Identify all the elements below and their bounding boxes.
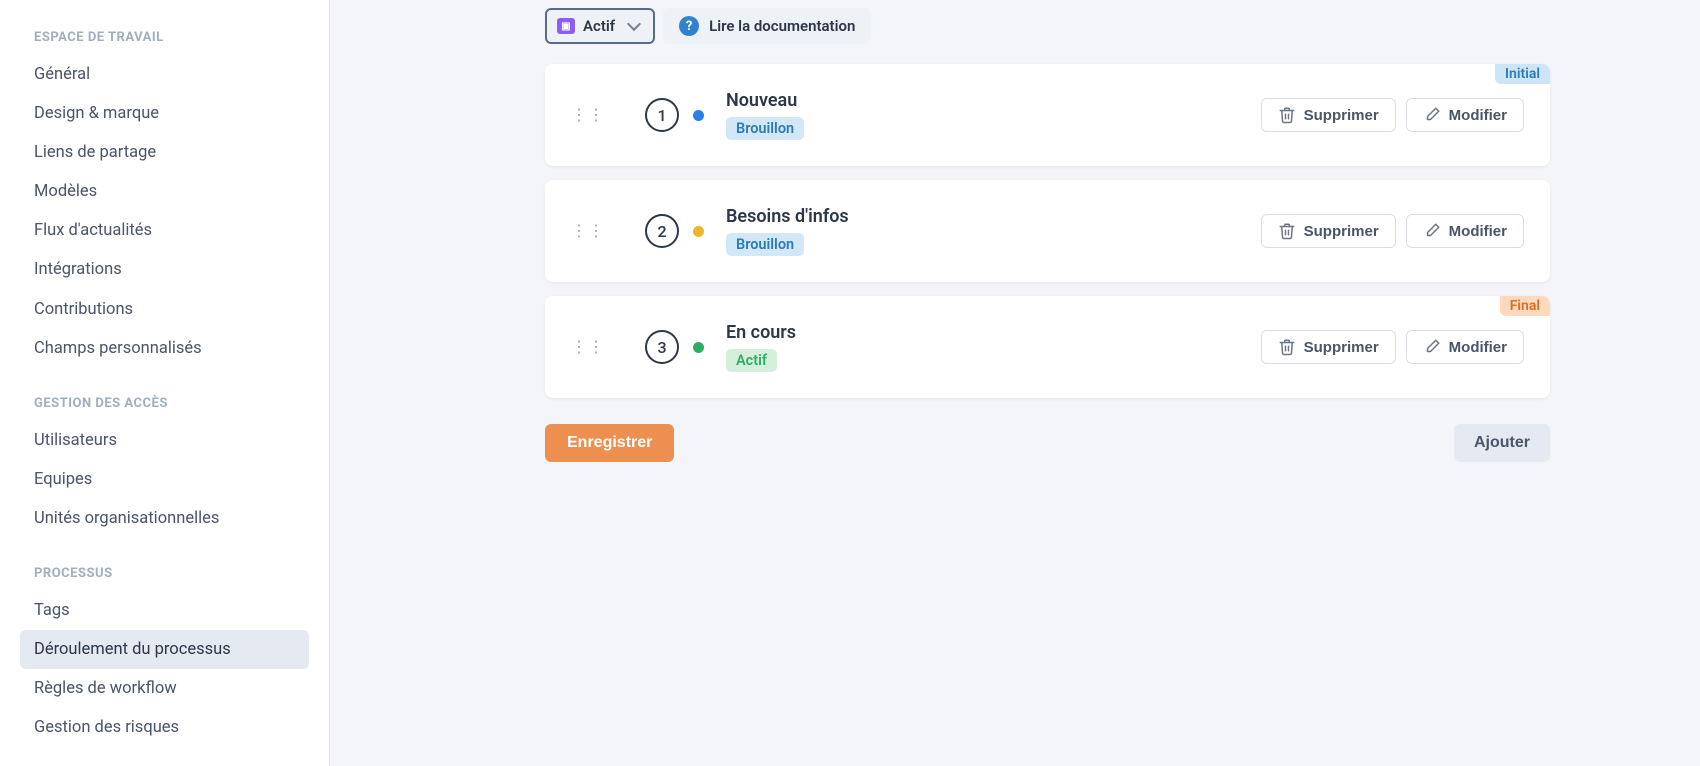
drag-handle-icon[interactable]: ⋮⋮ <box>571 226 605 236</box>
presentation-icon: ▣ <box>557 18 575 34</box>
status-color-dot <box>693 110 704 121</box>
status-pill: Brouillon <box>726 117 804 140</box>
sidebar-item[interactable]: Gestion des risques <box>20 708 309 747</box>
sidebar-item[interactable]: Design & marque <box>20 94 309 133</box>
sidebar-section-title: ESPACE DE TRAVAIL <box>34 30 309 45</box>
workflow-step-card: Initial ⋮⋮ 1 Nouveau Brouillon Supprimer Modif… <box>545 64 1550 166</box>
pencil-icon <box>1423 338 1441 356</box>
edit-button[interactable]: Modifier <box>1406 98 1524 132</box>
edit-label: Modifier <box>1449 107 1507 124</box>
main-content: ▣ Actif ? Lire la documentation Initial ⋮… <box>330 0 1700 766</box>
delete-label: Supprimer <box>1304 107 1379 124</box>
status-color-dot <box>693 342 704 353</box>
sidebar-item[interactable]: Modèles <box>20 172 309 211</box>
card-actions: Supprimer Modifier <box>1261 330 1524 364</box>
sidebar-item[interactable]: Contributions <box>20 290 309 329</box>
sidebar-item[interactable]: Equipes <box>20 460 309 499</box>
sidebar-item[interactable]: Règles de workflow <box>20 669 309 708</box>
step-info: Nouveau Brouillon <box>726 90 1261 140</box>
action-row: Enregistrer Ajouter <box>545 424 1550 462</box>
step-number: 1 <box>645 98 679 132</box>
step-number: 3 <box>645 330 679 364</box>
sidebar-item[interactable]: Champs personnalisés <box>20 329 309 368</box>
corner-badge: Initial <box>1495 64 1550 84</box>
pencil-icon <box>1423 106 1441 124</box>
card-actions: Supprimer Modifier <box>1261 98 1524 132</box>
pencil-icon <box>1423 222 1441 240</box>
step-info: En cours Actif <box>726 322 1261 372</box>
edit-button[interactable]: Modifier <box>1406 214 1524 248</box>
sidebar-item[interactable]: Intégrations <box>20 250 309 289</box>
edit-button[interactable]: Modifier <box>1406 330 1524 364</box>
delete-button[interactable]: Supprimer <box>1261 214 1396 248</box>
chevron-down-icon <box>627 17 641 31</box>
trash-icon <box>1278 106 1296 124</box>
step-title: Besoins d'infos <box>726 206 1261 227</box>
status-filter-label: Actif <box>583 17 615 35</box>
delete-button[interactable]: Supprimer <box>1261 98 1396 132</box>
step-title: En cours <box>726 322 1261 343</box>
step-title: Nouveau <box>726 90 1261 111</box>
status-color-dot <box>693 226 704 237</box>
sidebar-section-title: PROCESSUS <box>34 566 309 581</box>
status-pill: Actif <box>726 349 777 372</box>
read-documentation-link[interactable]: ? Lire la documentation <box>663 8 871 44</box>
trash-icon <box>1278 222 1296 240</box>
save-button[interactable]: Enregistrer <box>545 424 674 462</box>
doc-link-label: Lire la documentation <box>709 17 855 35</box>
sidebar: ESPACE DE TRAVAIL GénéralDesign & marqueL… <box>0 0 330 766</box>
status-pill: Brouillon <box>726 233 804 256</box>
sidebar-item[interactable]: Unités organisationnelles <box>20 499 309 538</box>
help-icon: ? <box>679 16 699 36</box>
drag-handle-icon[interactable]: ⋮⋮ <box>571 342 605 352</box>
edit-label: Modifier <box>1449 339 1507 356</box>
corner-badge: Final <box>1500 296 1550 316</box>
sidebar-section-title: GESTION DES ACCÈS <box>34 396 309 411</box>
drag-handle-icon[interactable]: ⋮⋮ <box>571 110 605 120</box>
delete-label: Supprimer <box>1304 223 1379 240</box>
sidebar-item[interactable]: Flux d'actualités <box>20 211 309 250</box>
toolbar: ▣ Actif ? Lire la documentation <box>545 8 1550 44</box>
sidebar-item[interactable]: Liens de partage <box>20 133 309 172</box>
sidebar-item[interactable]: Général <box>20 55 309 94</box>
workflow-step-card: ⋮⋮ 2 Besoins d'infos Brouillon Supprimer Modi… <box>545 180 1550 282</box>
trash-icon <box>1278 338 1296 356</box>
workflow-step-card: Final ⋮⋮ 3 En cours Actif Supprimer Modifier <box>545 296 1550 398</box>
step-number: 2 <box>645 214 679 248</box>
delete-label: Supprimer <box>1304 339 1379 356</box>
step-info: Besoins d'infos Brouillon <box>726 206 1261 256</box>
sidebar-item[interactable]: Déroulement du processus <box>20 630 309 669</box>
add-button[interactable]: Ajouter <box>1454 424 1550 462</box>
edit-label: Modifier <box>1449 223 1507 240</box>
sidebar-item[interactable]: Tags <box>20 591 309 630</box>
delete-button[interactable]: Supprimer <box>1261 330 1396 364</box>
status-filter-dropdown[interactable]: ▣ Actif <box>545 8 655 44</box>
card-actions: Supprimer Modifier <box>1261 214 1524 248</box>
sidebar-item[interactable]: Utilisateurs <box>20 421 309 460</box>
